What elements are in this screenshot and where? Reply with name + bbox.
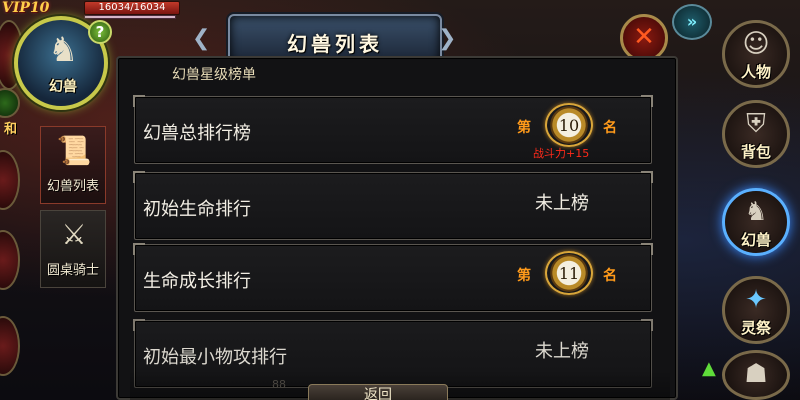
fast-forward-button[interactable]: » [672,4,712,40]
rank-number: 10 [558,116,580,135]
wing-ornament-icon: ❯ [438,26,457,51]
partial-label: 和 [4,122,18,137]
rank-suffix: 名 [603,120,617,136]
hp-bar: 16034/16034 [84,1,180,15]
rank-prefix: 第 [517,268,531,284]
unicorn-icon: ♞ [48,30,79,70]
ranking-row[interactable]: 初始生命排行 未上榜 [133,171,653,240]
menu-label: 幻兽 [740,231,771,249]
scroll-icon: 📜 [56,134,92,167]
menu-pet[interactable]: ♞ 幻兽 [722,188,790,256]
rank-suffix: 名 [603,268,617,284]
unicorn-icon: ♞ [744,197,768,227]
ranking-row[interactable]: 生命成长排行 第 11 名 [133,243,653,312]
ranking-row-label: 幻兽总排行榜 [143,123,251,144]
spirit-icon: ✦ [745,285,767,315]
rank-status: 未上榜 [535,193,589,214]
menu-character[interactable]: ☺ 人物 [722,20,790,88]
vip-badge: VIP10 [2,0,50,16]
close-icon: ✕ [633,22,655,52]
help-button[interactable]: ? [88,20,112,44]
bottom-number: 88 [272,378,286,391]
ranking-row-label: 初始生命排行 [143,199,251,220]
ranking-row[interactable]: 幻兽总排行榜 第 10 名 战斗力+15 [133,95,653,164]
tab-pet-list[interactable]: 📜 幻兽列表 [40,126,106,204]
rank-status: 未上榜 [535,341,589,362]
rank-medal-icon: 10 [545,103,593,147]
rank-prefix: 第 [517,120,531,136]
backpack-icon: ⛨ [746,109,766,139]
ranking-row-label: 生命成长排行 [143,271,251,292]
back-button[interactable]: 返回 [308,384,448,400]
character-icon: ☗ [744,359,768,389]
panel-heading: 幻兽星级榜单 [172,67,256,83]
rank-badge: 第 11 名 [513,251,623,299]
rank-medal-icon: 11 [545,251,593,295]
mp-bar [84,15,176,19]
ranking-row-label: 初始最小物攻排行 [143,347,287,368]
menu-spirit[interactable]: ✦ 灵祭 [722,276,790,344]
menu-label: 人物 [740,63,771,81]
upgrade-arrow-icon: ▲ [702,358,716,379]
hero-portrait-icon: ☺ [742,29,770,59]
rank-badge: 第 10 名 战斗力+15 [513,103,623,160]
rank-number: 11 [558,264,580,283]
power-bonus: 战斗力+15 [533,147,590,160]
menu-label: 背包 [740,143,771,161]
fast-forward-icon: » [686,12,698,31]
avatar-label: 幻兽 [49,79,77,95]
menu-backpack[interactable]: ⛨ 背包 [722,100,790,168]
tab-label: 幻兽列表 [46,179,99,194]
menu-extra[interactable]: ☗ [722,350,790,400]
tab-label: 圆桌骑士 [46,263,99,278]
close-button[interactable]: ✕ [620,14,668,62]
page-title: 幻兽列表 [287,32,383,56]
wing-ornament-icon: ❮ [192,26,211,51]
crossed-swords-icon: ⚔ [61,218,87,251]
menu-label: 灵祭 [740,319,771,337]
tab-round-table-knights[interactable]: ⚔ 圆桌骑士 [40,210,106,288]
